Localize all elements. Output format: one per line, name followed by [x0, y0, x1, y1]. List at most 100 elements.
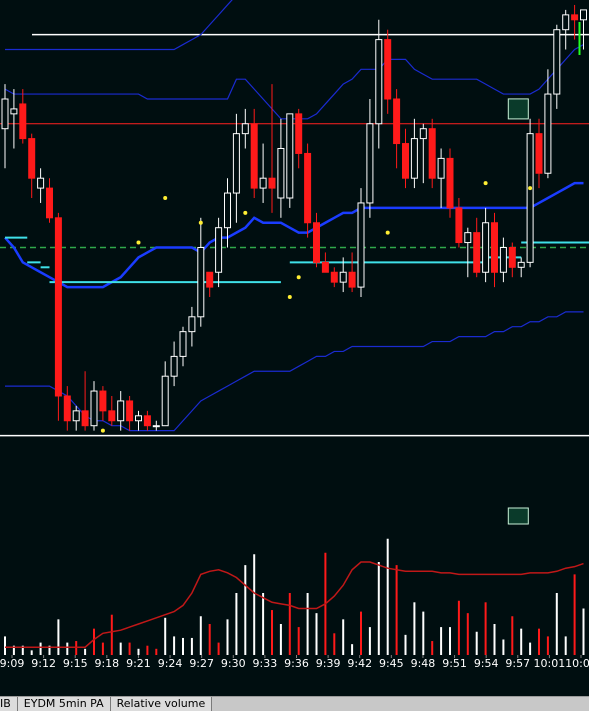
x-tick-label-10-05: 10:05 — [565, 657, 589, 670]
x-tick-label-9-27: 9:27 — [189, 657, 214, 670]
candle-body-23 — [206, 271, 214, 288]
x-tick-label-9-09: 9:09 — [0, 657, 24, 670]
candle-body-11 — [99, 390, 107, 412]
tab-bar: IB EYDM 5min PA Relative volume — [0, 696, 589, 711]
candle-body-12 — [108, 410, 116, 422]
candle-body-57 — [508, 247, 516, 268]
candle-body-4 — [37, 177, 45, 189]
candle-body-45 — [402, 143, 409, 179]
chart-svg: 9:09 9:12 9:15 9:18 9:21 9:24 9:27 9:30 9:33 9:36… — [0, 0, 589, 670]
yellow-dot-0 — [100, 428, 105, 433]
candle-body-59 — [526, 133, 534, 263]
marker-box-price — [507, 98, 529, 120]
x-tick-label-9-39: 9:39 — [316, 657, 341, 670]
candle-body-48 — [428, 128, 436, 179]
candle-body-5 — [46, 187, 53, 219]
candle-body-61 — [544, 93, 552, 174]
candle-body-17 — [152, 425, 160, 428]
candle-body-40 — [357, 202, 365, 288]
x-tick-label-9-45: 9:45 — [379, 657, 404, 670]
x-tick-label-9-18: 9:18 — [94, 657, 119, 670]
x-tick-label-9-24: 9:24 — [158, 657, 183, 670]
yellow-dot-5 — [287, 295, 292, 299]
x-tick-label-9-30: 9:30 — [221, 657, 246, 670]
yellow-dot-3 — [198, 220, 203, 225]
tab-eydm[interactable]: EYDM 5min PA — [17, 697, 111, 711]
candle-body-60 — [535, 133, 543, 174]
mid-band-line — [4, 44, 584, 120]
candle-body-52 — [464, 232, 472, 244]
candle-body-0 — [1, 98, 9, 130]
x-tick-label-9-54: 9:54 — [474, 657, 499, 670]
candle-body-37 — [330, 271, 338, 283]
tab-relative-volume[interactable]: Relative volume — [110, 697, 213, 711]
candle-body-7 — [63, 395, 71, 422]
tab-ib[interactable]: IB — [0, 697, 18, 711]
upper-band-line — [5, 0, 233, 51]
yellow-dot-9 — [528, 186, 533, 191]
candle-body-3 — [28, 138, 36, 179]
candle-body-42 — [375, 39, 383, 125]
candle-body-55 — [491, 222, 498, 273]
candle-body-51 — [455, 207, 463, 244]
yellow-dot-2 — [163, 196, 168, 200]
candle-body-29 — [259, 177, 267, 189]
candle-body-21 — [188, 316, 196, 333]
candle-body-25 — [224, 192, 231, 229]
candle-body-2 — [19, 103, 27, 140]
candle-body-9 — [81, 410, 89, 427]
candle-body-16 — [143, 415, 151, 427]
trading-chart[interactable]: 9:09 9:12 9:15 9:18 9:21 9:24 9:27 9:30 9:33 9:36… — [0, 0, 589, 696]
x-tick-label-9-12: 9:12 — [31, 657, 56, 670]
candle-body-46 — [410, 138, 418, 179]
candle-body-27 — [241, 123, 249, 135]
candle-body-64 — [571, 14, 579, 21]
candle-body-14 — [126, 400, 134, 422]
yellow-dot-4 — [243, 210, 248, 215]
candle-body-49 — [437, 157, 445, 179]
x-tick-label-9-51: 9:51 — [442, 657, 467, 670]
candle-body-32 — [286, 113, 294, 199]
yellow-dot-7 — [385, 230, 390, 235]
candle-body-65 — [580, 9, 587, 21]
marker-box-volume — [507, 507, 529, 525]
candle-body-1 — [10, 108, 18, 115]
relative-volume-line — [5, 561, 584, 648]
candle-body-18 — [161, 375, 169, 427]
candle-body-56 — [499, 247, 507, 273]
x-tick-label-10-01: 10:01 — [534, 657, 566, 670]
x-tick-label-9-42: 9:42 — [347, 657, 372, 670]
candle-body-6 — [54, 217, 62, 397]
candle-body-35 — [313, 222, 320, 263]
x-tick-label-9-15: 9:15 — [63, 657, 88, 670]
candle-body-62 — [553, 29, 561, 95]
candle-body-43 — [384, 39, 392, 100]
yellow-dot-6 — [296, 275, 301, 280]
candle-body-53 — [473, 232, 481, 273]
x-tick-label-9-57: 9:57 — [505, 657, 530, 670]
x-tick-label-9-21: 9:21 — [126, 657, 151, 670]
x-tick-label-9-33: 9:33 — [253, 657, 278, 670]
candle-body-22 — [197, 247, 205, 318]
yellow-dot-1 — [136, 240, 141, 245]
candle-body-13 — [117, 400, 125, 422]
candle-body-24 — [215, 227, 223, 273]
x-tick-label-9-48: 9:48 — [411, 657, 436, 670]
yellow-dot-8 — [483, 181, 488, 186]
candle-body-30 — [268, 177, 276, 189]
candle-body-20 — [179, 331, 187, 357]
candle-body-33 — [295, 113, 303, 154]
candle-body-28 — [250, 123, 258, 189]
candle-body-34 — [304, 152, 312, 224]
candle-body-26 — [232, 133, 240, 194]
candle-body-63 — [562, 14, 570, 31]
candle-body-15 — [135, 415, 142, 422]
candle-body-58 — [517, 261, 525, 268]
candle-body-47 — [419, 128, 427, 140]
x-tick-label-9-36: 9:36 — [284, 657, 309, 670]
candle-body-10 — [90, 390, 98, 427]
candle-body-8 — [72, 410, 80, 422]
candle-body-19 — [170, 355, 178, 377]
candle-body-44 — [393, 98, 401, 145]
candle-body-38 — [339, 271, 347, 283]
